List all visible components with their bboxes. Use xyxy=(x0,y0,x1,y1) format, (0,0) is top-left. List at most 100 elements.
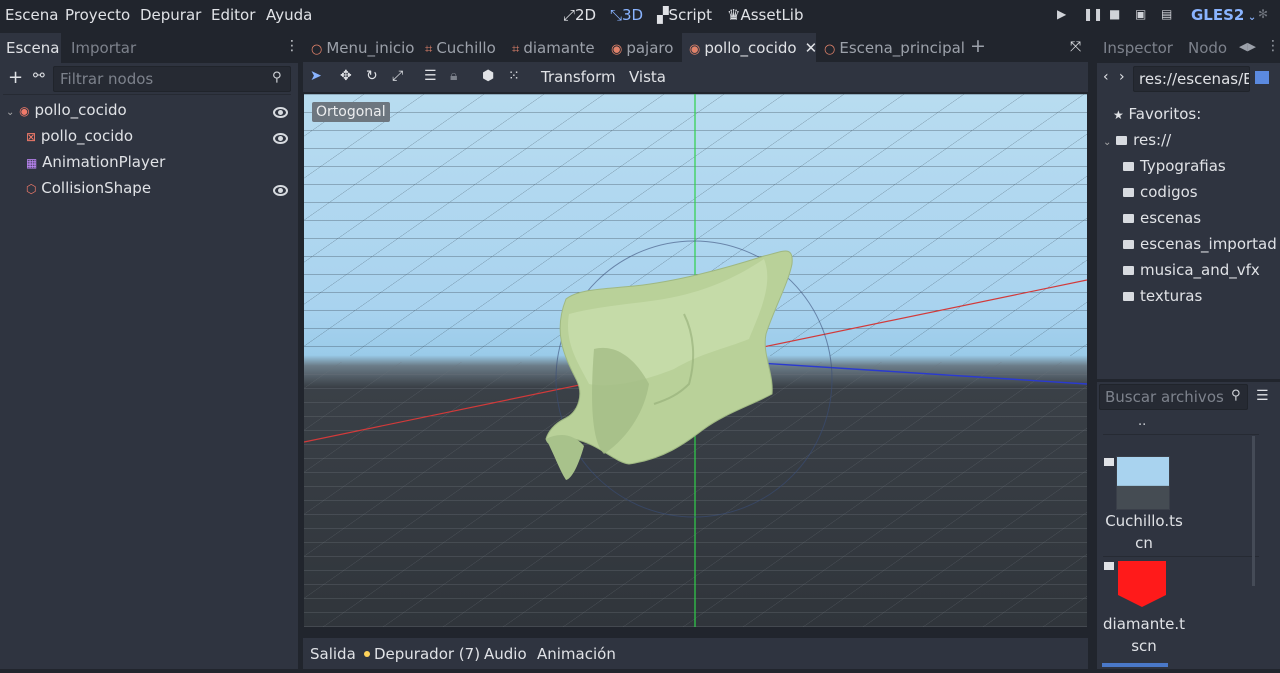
workspace-script-button[interactable]: ▞Script xyxy=(657,6,712,24)
tab-escena-principal[interactable]: ○ Escena_principal xyxy=(824,39,965,57)
tab-diamante[interactable]: ⌗ diamante xyxy=(512,39,595,57)
snap-icon[interactable]: ⁙ xyxy=(508,68,520,84)
tree-row-animation-player[interactable]: ▦ AnimationPlayer xyxy=(26,153,165,171)
scale-tool-icon[interactable]: ⤢ xyxy=(392,68,403,84)
transform-menu[interactable]: Transform xyxy=(541,68,616,86)
play-icon[interactable]: ▶ xyxy=(1057,7,1066,21)
parent-dir-item[interactable]: .. xyxy=(1138,414,1146,429)
bottom-panel: Salida Depurador (7) Audio Animación xyxy=(303,638,1088,669)
tab-animacion[interactable]: Animación xyxy=(537,645,616,663)
rigidbody-icon: ◉ xyxy=(611,42,623,57)
tab-audio[interactable]: Audio xyxy=(484,645,527,663)
file-list-panel: Buscar archivos ⚲ ☰ .. Cuchillo.ts cn di… xyxy=(1097,382,1280,669)
viewport-scene xyxy=(304,94,1087,627)
stop-icon[interactable]: ■ xyxy=(1109,7,1120,21)
path-field[interactable]: res://escenas/E xyxy=(1133,66,1250,92)
rigidbody-icon: ◉ xyxy=(19,104,30,118)
tab-pollo-cocido[interactable]: ◉ pollo_cocido ✕ xyxy=(689,39,817,57)
cuchillo-thumbnail[interactable] xyxy=(1116,456,1170,510)
visibility-eye-icon[interactable] xyxy=(273,185,288,196)
search-icon: ⚲ xyxy=(1231,388,1241,403)
scrollbar[interactable] xyxy=(1252,436,1255,586)
back-icon[interactable]: ‹ xyxy=(1103,69,1109,85)
favorites-row[interactable]: ★ Favoritos: xyxy=(1113,105,1201,123)
filter-nodes-input[interactable]: Filtrar nodos ⚲ xyxy=(53,66,291,92)
menu-editor[interactable]: Editor xyxy=(211,6,255,24)
script-icon: ▞ xyxy=(657,6,669,24)
menu-depurar[interactable]: Depurar xyxy=(140,6,201,24)
tab-escena[interactable]: Escena xyxy=(6,39,59,57)
close-icon[interactable]: ✕ xyxy=(805,39,818,57)
view-menu[interactable]: Vista xyxy=(629,68,666,86)
dock-menu-icon[interactable]: ⋮ xyxy=(1266,38,1280,54)
tab-importar[interactable]: Importar xyxy=(71,39,136,57)
scene-dock: + ⚯ Filtrar nodos ⚲ ⌄ ◉ pollo_cocido ⊠ p… xyxy=(0,63,298,669)
search-files-input[interactable]: Buscar archivos ⚲ xyxy=(1099,384,1248,410)
projection-label[interactable]: Ortogonal xyxy=(312,102,390,122)
workspace-assetlib-button[interactable]: ♛AssetLib xyxy=(727,6,804,24)
folder-icon xyxy=(1123,188,1134,197)
tree-row-mesh[interactable]: ⊠ pollo_cocido xyxy=(26,127,133,145)
3d-icon: ⤡ xyxy=(610,6,623,24)
select-tool-icon[interactable]: ➤ xyxy=(310,68,322,84)
distraction-free-icon[interactable]: ⤧ xyxy=(1070,39,1081,55)
instance-link-icon[interactable]: ⚯ xyxy=(33,68,45,84)
chevron-down-icon: ⌄ xyxy=(1103,137,1112,148)
folder-icon xyxy=(1116,136,1128,145)
add-tab-icon[interactable]: + xyxy=(970,35,986,57)
visibility-eye-icon[interactable] xyxy=(273,133,288,144)
tab-scroll-icon[interactable]: ◀▶ xyxy=(1239,40,1256,53)
node-icon: ○ xyxy=(824,42,836,57)
dock-menu-icon[interactable]: ⋮ xyxy=(285,38,299,54)
folder-row[interactable]: escenas_importad xyxy=(1123,235,1277,253)
pause-icon[interactable]: ❚❚ xyxy=(1083,7,1103,21)
list-view-icon[interactable]: ☰ xyxy=(1256,388,1269,404)
forward-icon[interactable]: › xyxy=(1119,69,1125,85)
folder-row[interactable]: texturas xyxy=(1123,287,1202,305)
diamante-thumbnail[interactable] xyxy=(1116,559,1168,609)
folder-icon xyxy=(1123,266,1134,275)
rigidbody-icon: ◉ xyxy=(689,42,701,57)
play-custom-scene-icon[interactable]: ▤ xyxy=(1161,7,1172,21)
folder-icon xyxy=(1123,162,1134,171)
tab-inspector[interactable]: Inspector xyxy=(1103,39,1173,57)
tab-nodo[interactable]: Nodo xyxy=(1188,39,1227,57)
3d-viewport[interactable]: Ortogonal xyxy=(304,94,1087,627)
menu-ayuda[interactable]: Ayuda xyxy=(266,6,312,24)
folder-icon xyxy=(1123,240,1134,249)
folder-row[interactable]: escenas xyxy=(1123,209,1201,227)
list-select-icon[interactable]: ☰ xyxy=(424,68,437,84)
add-node-icon[interactable]: + xyxy=(8,67,23,88)
menu-proyecto[interactable]: Proyecto xyxy=(65,6,130,24)
play-scene-icon[interactable]: ▣ xyxy=(1135,7,1146,21)
split-view-icon[interactable] xyxy=(1255,71,1269,84)
workspace-3d-button[interactable]: ⤡3D xyxy=(610,6,643,24)
file-cuchillo[interactable]: Cuchillo.ts cn xyxy=(1099,510,1189,554)
move-tool-icon[interactable]: ✥ xyxy=(340,68,352,84)
mesh-icon: ⊠ xyxy=(26,130,37,144)
renderer-selector[interactable]: GLES2 ⌄ xyxy=(1191,6,1256,24)
chevron-down-icon: ⌄ xyxy=(1244,12,1257,23)
tab-pajaro[interactable]: ◉ pajaro xyxy=(611,39,673,57)
scene-file-icon xyxy=(1104,562,1114,570)
search-icon: ⚲ xyxy=(272,70,282,85)
lock-icon[interactable]: 🔒︎ xyxy=(450,68,457,84)
local-space-icon[interactable]: ⬢ xyxy=(482,68,494,84)
folder-row[interactable]: Typografias xyxy=(1123,157,1226,175)
visibility-eye-icon[interactable] xyxy=(273,107,288,118)
scene-file-icon xyxy=(1104,458,1114,466)
tab-depurador[interactable]: Depurador (7) xyxy=(374,645,480,663)
folder-icon xyxy=(1123,292,1134,301)
file-diamante[interactable]: diamante.t scn xyxy=(1099,613,1189,657)
tab-salida[interactable]: Salida xyxy=(310,645,356,663)
folder-row[interactable]: musica_and_vfx xyxy=(1123,261,1260,279)
res-root-row[interactable]: ⌄ res:// xyxy=(1103,131,1171,149)
workspace-2d-button[interactable]: ⤢2D xyxy=(563,6,596,24)
tab-menu-inicio[interactable]: ○ Menu_inicio xyxy=(311,39,414,57)
rotate-tool-icon[interactable]: ↻ xyxy=(366,68,378,84)
tree-row-collision-shape[interactable]: ⬡ CollisionShape xyxy=(26,179,151,197)
folder-row[interactable]: codigos xyxy=(1123,183,1198,201)
menu-escena[interactable]: Escena xyxy=(5,6,58,24)
tab-cuchillo[interactable]: ⌗ Cuchillo xyxy=(425,39,496,57)
tree-row-root[interactable]: ⌄ ◉ pollo_cocido xyxy=(6,101,127,119)
